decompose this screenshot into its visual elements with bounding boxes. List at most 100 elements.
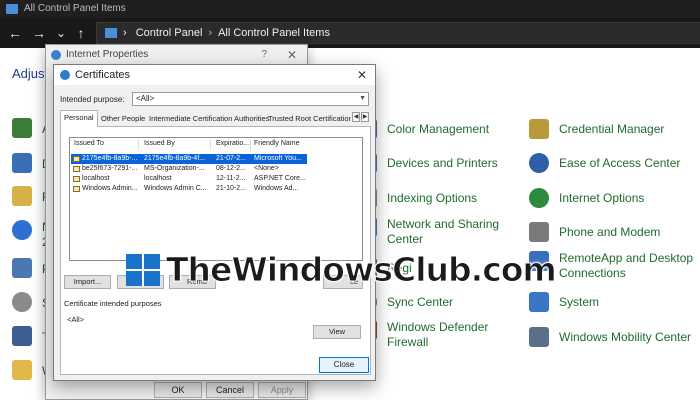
cancel-button[interactable]: Cancel: [206, 382, 254, 398]
certificates-titlebar: Certificates ✕: [54, 65, 375, 85]
cp-item-credential-manager[interactable]: Credential Manager: [529, 119, 664, 139]
cp-item-internet-options[interactable]: Internet Options: [529, 188, 644, 208]
certificates-dialog: Certificates ✕ Intended purpose: <All> ▼…: [53, 64, 376, 381]
table-row[interactable]: Windows Admin... Windows Admin C... 21-1…: [71, 184, 307, 194]
cell-friendly-name: ASP.NET Core...: [254, 175, 306, 182]
forward-arrow-icon[interactable]: →: [30, 24, 48, 42]
tab-scroll-right-icon[interactable]: ▶: [361, 112, 369, 122]
cp-item-mobility-center[interactable]: Windows Mobility Center: [529, 327, 691, 347]
column-issued-to[interactable]: Issued To: [74, 140, 104, 147]
cell-issued-to: 2175e4fb-8a9b-...: [82, 155, 138, 162]
import-button[interactable]: Import...: [64, 275, 111, 289]
cp-item-label: Ease of Access Center: [559, 156, 681, 170]
chevron-down-icon: ▼: [359, 95, 366, 102]
tab-personal[interactable]: Personal: [60, 110, 98, 128]
cp-item-label: RemoteApp and Desktop Connections: [559, 251, 694, 280]
cell-issued-by: localhost: [144, 175, 172, 182]
cell-issued-to: be25f673-7291-...: [82, 165, 138, 172]
tab-other-people[interactable]: Other People: [98, 112, 148, 127]
cp-item-network-sharing[interactable]: Network and Sharing Center: [357, 217, 507, 247]
close-icon[interactable]: ✕: [287, 45, 297, 65]
left-item-icon[interactable]: [12, 360, 32, 380]
cp-item-defender-firewall[interactable]: Windows Defender Firewall: [357, 320, 497, 350]
internet-properties-title: Internet Properties: [66, 49, 149, 60]
control-panel-icon: [105, 28, 117, 39]
table-row[interactable]: be25f673-7291-... MS-Organization-... 08…: [71, 164, 307, 174]
certificate-list[interactable]: Issued To Issued By Expiratio... Friendl…: [69, 137, 363, 261]
cell-issued-by: 2175e4fb-8a9b-4f...: [144, 155, 206, 162]
tab-intermediate-ca[interactable]: Intermediate Certification Authorities: [146, 112, 272, 127]
cp-item-label: System: [559, 295, 600, 309]
certificate-icon: [60, 70, 70, 80]
tab-trusted-root[interactable]: Trusted Root Certification: [265, 112, 351, 127]
cell-expiration: 08-12-2...: [216, 165, 246, 172]
certificate-icon: [73, 186, 80, 192]
cp-item-label: Network and Sharing Center: [387, 217, 500, 246]
intended-purposes-value: <All>: [67, 315, 85, 324]
up-arrow-icon[interactable]: ↑: [72, 24, 90, 42]
cell-issued-by: MS-Organization-...: [144, 165, 205, 172]
left-item-icon[interactable]: [12, 186, 32, 206]
cp-item-devices-printers[interactable]: Devices and Printers: [357, 153, 498, 173]
certificates-title: Certificates: [75, 69, 131, 81]
certificate-tabs: Personal Other People Intermediate Certi…: [60, 110, 371, 128]
column-friendly-name[interactable]: Friendly Name: [254, 140, 300, 147]
cp-item-label: Credential Manager: [559, 122, 665, 136]
address-bar[interactable]: › Control Panel › All Control Panel Items: [96, 22, 700, 44]
cp-item-system[interactable]: System: [529, 292, 599, 312]
credential-manager-icon: [529, 119, 549, 139]
certificate-icon: [73, 166, 80, 172]
breadcrumb-control-panel[interactable]: Control Panel: [136, 27, 203, 39]
back-arrow-icon[interactable]: ←: [6, 24, 24, 42]
cp-item-label: Windows Mobility Center: [559, 330, 692, 344]
cp-item-phone-modem[interactable]: Phone and Modem: [529, 222, 660, 242]
cell-friendly-name: Windows Ad...: [254, 185, 299, 192]
globe-icon: [51, 50, 61, 60]
apply-button[interactable]: Apply: [258, 382, 306, 398]
cell-issued-by: Windows Admin C...: [144, 185, 207, 192]
cell-expiration: 12-11-2...: [216, 175, 246, 182]
column-expiration[interactable]: Expiratio...: [216, 140, 249, 147]
cell-friendly-name: <None>: [254, 165, 279, 172]
ease-of-access-icon: [529, 153, 549, 173]
cell-friendly-name: Microsoft You...: [254, 155, 302, 162]
left-item-icon[interactable]: [12, 258, 32, 278]
cp-item-label: Sync Center: [387, 295, 454, 309]
close-icon[interactable]: ✕: [357, 65, 367, 85]
watermark: TheWindowsClub.com: [126, 250, 557, 290]
cp-item-ease-of-access[interactable]: Ease of Access Center: [529, 153, 680, 173]
left-item-icon[interactable]: [12, 118, 32, 138]
cp-item-color-management[interactable]: Color Management: [357, 119, 489, 139]
certificate-icon: [73, 176, 80, 182]
recent-locations-chevron-icon[interactable]: ⌄: [52, 24, 70, 42]
internet-options-icon: [529, 188, 549, 208]
intended-purposes-label: Certificate intended purposes: [64, 299, 162, 308]
close-button[interactable]: Close: [319, 357, 369, 373]
view-button[interactable]: View: [313, 325, 361, 339]
tab-scroll-left-icon[interactable]: ◀: [352, 112, 360, 122]
left-item-icon[interactable]: [12, 153, 32, 173]
breadcrumb-all-items[interactable]: All Control Panel Items: [218, 27, 330, 39]
cp-item-label: Windows Defender Firewall: [387, 320, 489, 349]
window-titlebar: All Control Panel Items: [0, 0, 700, 18]
column-issued-by[interactable]: Issued By: [144, 140, 175, 147]
cp-item-label: Internet Options: [559, 191, 645, 205]
cp-item-label: Color Management: [387, 122, 490, 136]
breadcrumb-separator: ›: [208, 27, 213, 39]
left-item-icon[interactable]: [12, 220, 32, 240]
left-item-icon[interactable]: [12, 292, 32, 312]
intended-purpose-select[interactable]: <All> ▼: [132, 92, 369, 106]
intended-purpose-label: Intended purpose:: [60, 95, 125, 104]
cell-issued-to: Windows Admin...: [82, 185, 138, 192]
ok-button[interactable]: OK: [154, 382, 202, 398]
column-divider: [138, 140, 139, 150]
cell-issued-to: localhost: [82, 175, 110, 182]
certificate-icon: [73, 156, 80, 162]
left-item-icon[interactable]: [12, 326, 32, 346]
help-icon[interactable]: ?: [261, 45, 267, 65]
table-row[interactable]: localhost localhost 12-11-2... ASP.NET C…: [71, 174, 307, 184]
cp-item-label: Phone and Modem: [559, 225, 661, 239]
mobility-center-icon: [529, 327, 549, 347]
table-row[interactable]: 2175e4fb-8a9b-... 2175e4fb-8a9b-4f... 21…: [71, 154, 307, 164]
cp-item-label: Indexing Options: [387, 191, 478, 205]
